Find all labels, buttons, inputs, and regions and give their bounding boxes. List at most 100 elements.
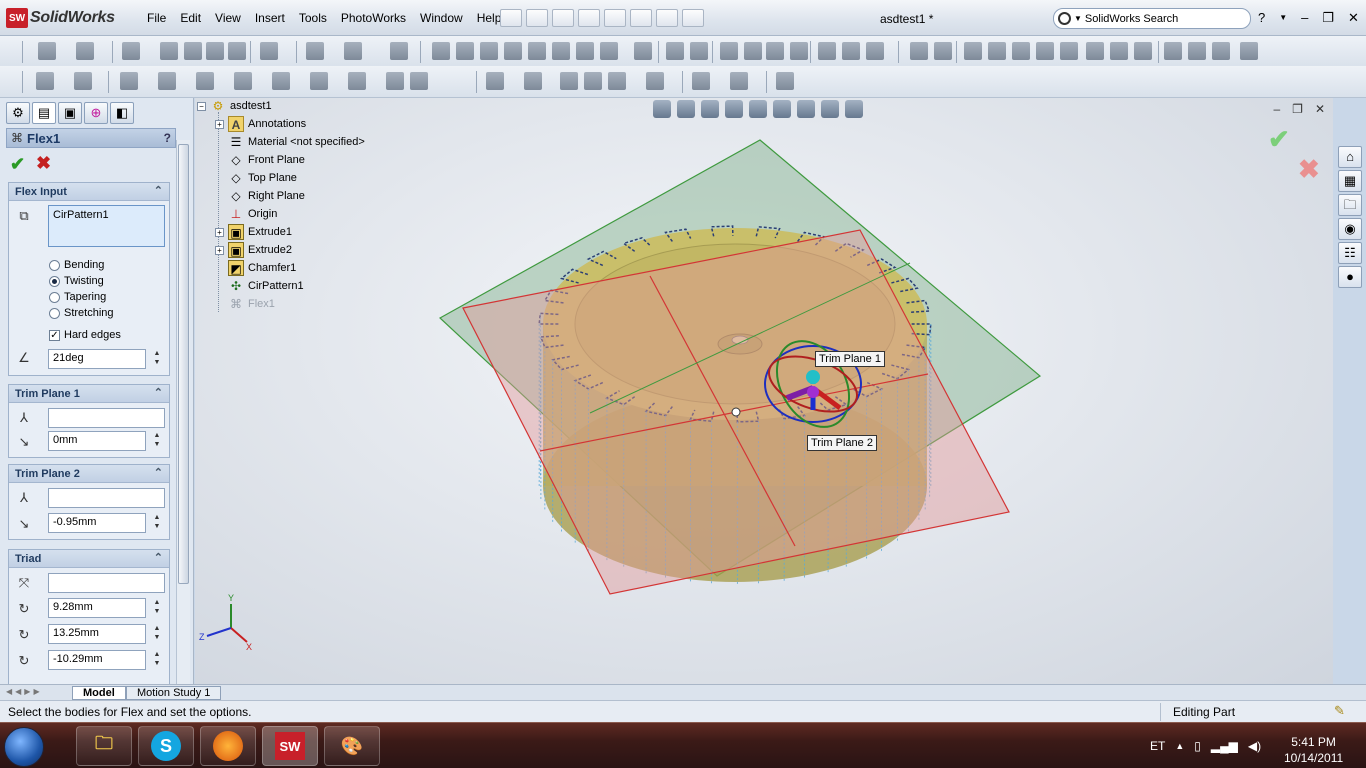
- collapse-icon[interactable]: ⌃: [154, 466, 163, 479]
- hide-show-items-icon[interactable]: [797, 100, 815, 118]
- minimize-icon[interactable]: –: [1301, 10, 1308, 26]
- tab-motion-study-1[interactable]: Motion Study 1: [126, 686, 222, 700]
- spline-icon[interactable]: [272, 72, 290, 90]
- cancel-button[interactable]: ✖: [36, 153, 51, 174]
- toolbar-tool-icon[interactable]: [1060, 42, 1078, 60]
- help-icon[interactable]: ?: [164, 131, 171, 145]
- toolbar-tool-icon[interactable]: [1012, 42, 1030, 60]
- tree-item-top-plane[interactable]: ◇ Top Plane: [228, 170, 297, 186]
- radio-stretching[interactable]: Stretching: [49, 307, 114, 319]
- scrollbar-thumb[interactable]: [178, 144, 189, 584]
- tree-item-right-plane[interactable]: ◇ Right Plane: [228, 188, 305, 204]
- group-header[interactable]: Triad ⌃: [9, 550, 169, 568]
- skype-taskbar-button[interactable]: S: [138, 726, 194, 766]
- collapse-icon[interactable]: −: [197, 101, 206, 111]
- group-header[interactable]: Trim Plane 1 ⌃: [9, 385, 169, 403]
- zoom-to-fit-icon[interactable]: [653, 100, 671, 118]
- toolbar-tool-icon[interactable]: [206, 42, 224, 60]
- trim-plane-1-offset-input[interactable]: 0mm: [48, 431, 146, 451]
- home-icon[interactable]: ⌂: [1338, 146, 1362, 168]
- toolbar-tool-icon[interactable]: [818, 42, 836, 60]
- sketch-tool-icon[interactable]: [36, 72, 54, 90]
- toolbar-tool-icon[interactable]: [528, 42, 546, 60]
- sketch-tool-icon[interactable]: [486, 72, 504, 90]
- ellipse-icon[interactable]: [310, 72, 328, 90]
- group-header[interactable]: Trim Plane 2 ⌃: [9, 465, 169, 483]
- close-icon[interactable]: ✕: [1348, 10, 1359, 26]
- toolbar-tool-icon[interactable]: [766, 42, 784, 60]
- feature-manager-tab[interactable]: ⚙: [6, 102, 30, 124]
- trim-plane-2-callout[interactable]: Trim Plane 2: [807, 435, 877, 451]
- toolbar-tool-icon[interactable]: [744, 42, 762, 60]
- triad-x-spinner[interactable]: ▲ ▼: [151, 598, 163, 618]
- toolbar-tool-icon[interactable]: [76, 42, 94, 60]
- arc-icon[interactable]: [234, 72, 252, 90]
- tab-scroll-arrows-icon[interactable]: ◀◀▶▶: [6, 687, 43, 696]
- tree-item-origin[interactable]: ⊥ Origin: [228, 206, 278, 222]
- trim-plane-2-spinner[interactable]: ▲ ▼: [151, 513, 163, 533]
- dimxpert-tab[interactable]: ⊕: [84, 102, 108, 124]
- toolbar-tool-icon[interactable]: [934, 42, 952, 60]
- toolbar-tool-icon[interactable]: [1110, 42, 1128, 60]
- radio-tapering[interactable]: Tapering: [49, 291, 106, 303]
- help-dropdown-icon[interactable]: ?: [1258, 10, 1265, 26]
- rectangle-icon[interactable]: [158, 72, 176, 90]
- sketch-tool-icon[interactable]: [560, 72, 578, 90]
- menu-insert[interactable]: Insert: [248, 11, 292, 25]
- toolbar-tool-icon[interactable]: [1240, 42, 1258, 60]
- firefox-taskbar-button[interactable]: [200, 726, 256, 766]
- tree-item-extrude1[interactable]: + ▣ Extrude1: [215, 224, 292, 240]
- toolbar-tool-icon[interactable]: [432, 42, 450, 60]
- display-manager-tab[interactable]: ◧: [110, 102, 134, 124]
- angle-spinner[interactable]: ▲ ▼: [151, 349, 163, 369]
- search-results-icon[interactable]: ◉: [1338, 218, 1362, 240]
- trim-plane-2-offset-input[interactable]: -0.95mm: [48, 513, 146, 533]
- bodies-selection-box[interactable]: CirPattern1: [48, 205, 165, 247]
- toolbar-tool-icon[interactable]: [910, 42, 928, 60]
- tree-item-chamfer1[interactable]: ◩ Chamfer1: [228, 260, 296, 276]
- new-document-icon[interactable]: [526, 9, 548, 27]
- explorer-taskbar-button[interactable]: 🗀: [76, 726, 132, 766]
- collapse-icon[interactable]: ⌃: [154, 386, 163, 399]
- model-viewport[interactable]: Y Z X: [195, 98, 1333, 684]
- solidworks-logo[interactable]: SW SolidWorks: [6, 8, 115, 28]
- circle-icon[interactable]: [196, 72, 214, 90]
- battery-icon[interactable]: ▯: [1194, 739, 1201, 753]
- toolbar-tool-icon[interactable]: [866, 42, 884, 60]
- sketch-tool-icon[interactable]: [524, 72, 542, 90]
- view-palette-icon[interactable]: ☷: [1338, 242, 1362, 264]
- fillet-icon[interactable]: [348, 72, 366, 90]
- search-box[interactable]: ▼ SolidWorks Search: [1053, 8, 1251, 29]
- section-view-icon[interactable]: [725, 100, 743, 118]
- view-orientation-icon[interactable]: [749, 100, 767, 118]
- file-explorer-icon[interactable]: 🗀: [1338, 194, 1362, 216]
- restore-icon[interactable]: ❐: [1292, 102, 1303, 116]
- appearances-icon[interactable]: ●: [1338, 266, 1362, 288]
- macro-icon[interactable]: [776, 72, 794, 90]
- confirmation-cancel-button[interactable]: ✖: [1298, 154, 1320, 185]
- toolbar-tool-icon[interactable]: [1188, 42, 1206, 60]
- zoom-to-area-icon[interactable]: [677, 100, 695, 118]
- toolbar-tool-icon[interactable]: [600, 42, 618, 60]
- print-icon[interactable]: [604, 9, 626, 27]
- triad-z-input[interactable]: -10.29mm: [48, 650, 146, 670]
- edit-appearance-icon[interactable]: [821, 100, 839, 118]
- language-indicator[interactable]: ET: [1150, 739, 1165, 753]
- toolbar-tool-icon[interactable]: [504, 42, 522, 60]
- expand-icon[interactable]: +: [215, 227, 224, 237]
- triad-entity-field[interactable]: [48, 573, 165, 593]
- toolbar-tool-icon[interactable]: [690, 42, 708, 60]
- search-input[interactable]: SolidWorks Search: [1085, 13, 1178, 25]
- toolbar-tool-icon[interactable]: [576, 42, 594, 60]
- clock[interactable]: 5:41 PM 10/14/2011: [1284, 734, 1343, 766]
- toolbar-tool-icon[interactable]: [38, 42, 56, 60]
- close-icon[interactable]: ✕: [1315, 102, 1325, 116]
- toolbar-tool-icon[interactable]: [720, 42, 738, 60]
- menu-window[interactable]: Window: [413, 11, 470, 25]
- trim-plane-2-entity-field[interactable]: [48, 488, 165, 508]
- expand-icon[interactable]: +: [215, 245, 224, 255]
- expand-icon[interactable]: +: [215, 119, 224, 129]
- previous-view-icon[interactable]: [701, 100, 719, 118]
- open-icon[interactable]: [552, 9, 574, 27]
- network-icon[interactable]: ▂▄▆: [1211, 739, 1238, 753]
